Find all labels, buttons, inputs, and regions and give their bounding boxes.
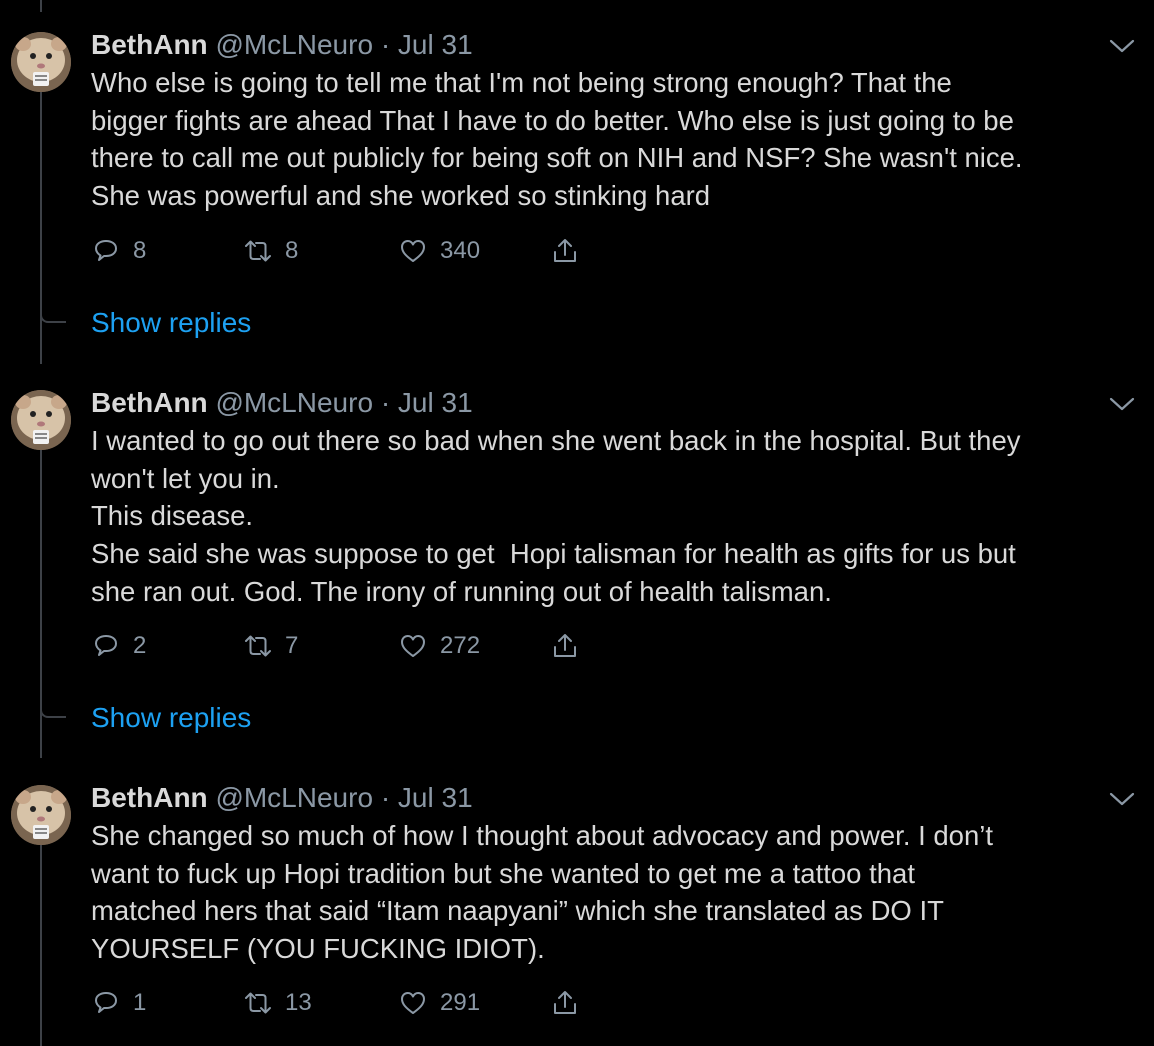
share-icon xyxy=(554,991,576,1014)
user-handle[interactable]: @McLNeuro xyxy=(215,29,373,60)
show-replies-row: Show replies xyxy=(0,305,400,348)
avatar[interactable] xyxy=(11,32,71,92)
tweet[interactable]: BethAnn @McLNeuro · Jul 31 I wanted to g… xyxy=(0,378,1154,698)
chevron-down-icon[interactable] xyxy=(1108,789,1136,809)
tweet-actions: 1 13 291 xyxy=(91,983,611,1023)
tweet-text: She changed so much of how I thought abo… xyxy=(91,817,1141,968)
tweet-text-line: she ran out. God. The irony of running o… xyxy=(91,575,832,607)
avatar[interactable] xyxy=(11,785,71,845)
reply-icon xyxy=(95,992,117,1013)
tweet-text-line: This disease. xyxy=(91,500,254,532)
like-count: 291 xyxy=(440,989,481,1016)
avatar[interactable] xyxy=(11,390,71,450)
reply-count: 1 xyxy=(133,989,147,1016)
user-handle[interactable]: @McLNeuro xyxy=(215,782,373,813)
thread-connector xyxy=(40,308,66,323)
tweet-date[interactable]: Jul 31 xyxy=(398,782,473,813)
reply-button[interactable]: 8 xyxy=(91,231,146,271)
tweet-text-line: matched hers that said “Itam naapyani” w… xyxy=(91,895,944,927)
reply-count: 8 xyxy=(133,237,147,264)
tweet-text: I wanted to go out there so bad when she… xyxy=(91,422,1141,611)
share-button[interactable] xyxy=(550,231,580,271)
separator-dot: · xyxy=(380,387,391,418)
tweet-text-line: YOURSELF (YOU FUCKING IDIOT). xyxy=(91,933,545,965)
reply-icon xyxy=(95,240,117,261)
reply-button[interactable]: 2 xyxy=(91,626,146,666)
like-button[interactable]: 340 xyxy=(398,231,480,271)
like-icon xyxy=(401,635,425,657)
reply-icon xyxy=(95,635,117,656)
tweet-actions: 8 8 340 xyxy=(91,231,611,271)
like-count: 272 xyxy=(440,632,481,659)
tweet-header: BethAnn @McLNeuro · Jul 31 xyxy=(91,780,473,816)
retweet-button[interactable]: 8 xyxy=(243,231,298,271)
reply-count: 2 xyxy=(133,632,147,659)
like-button[interactable]: 291 xyxy=(398,983,480,1023)
chevron-down-icon[interactable] xyxy=(1108,394,1136,414)
tweet-header: BethAnn @McLNeuro · Jul 31 xyxy=(91,27,473,63)
tweet-text-line: I wanted to go out there so bad when she… xyxy=(91,425,1021,456)
separator-dot: · xyxy=(380,29,391,60)
reply-button[interactable]: 1 xyxy=(91,983,146,1023)
tweet[interactable]: BethAnn @McLNeuro · Jul 31 She changed s… xyxy=(0,773,1154,1046)
tweet[interactable]: BethAnn @McLNeuro · Jul 31 Who else is g… xyxy=(0,20,1154,300)
tweet-text: Who else is going to tell me that I'm no… xyxy=(91,64,1141,215)
share-icon xyxy=(554,634,576,657)
retweet-count: 8 xyxy=(285,237,299,264)
retweet-icon xyxy=(245,635,271,657)
retweet-icon xyxy=(245,240,271,262)
retweet-count: 13 xyxy=(285,989,312,1016)
tweet-text-line: won't let you in. xyxy=(91,462,280,494)
like-button[interactable]: 272 xyxy=(398,626,480,666)
share-icon xyxy=(554,239,576,262)
retweet-count: 7 xyxy=(285,632,299,659)
chevron-down-icon[interactable] xyxy=(1108,36,1136,56)
display-name[interactable]: BethAnn xyxy=(91,387,208,418)
thread-connector xyxy=(40,703,66,718)
retweet-button[interactable]: 13 xyxy=(243,983,312,1023)
like-count: 340 xyxy=(440,237,481,264)
tweet-text-line: want to fuck up Hopi tradition but she w… xyxy=(91,857,915,889)
like-icon xyxy=(401,240,425,262)
display-name[interactable]: BethAnn xyxy=(91,782,208,813)
tweet-text-line: there to call me out publicly for being … xyxy=(91,142,1023,174)
user-handle[interactable]: @McLNeuro xyxy=(215,387,373,418)
tweet-text-line: She was powerful and she worked so stink… xyxy=(91,180,711,212)
thread-line xyxy=(40,0,42,12)
share-button[interactable] xyxy=(550,983,580,1023)
retweet-icon xyxy=(245,992,271,1014)
retweet-button[interactable]: 7 xyxy=(243,626,298,666)
display-name[interactable]: BethAnn xyxy=(91,29,208,60)
show-replies-row: Show replies xyxy=(0,700,400,743)
tweet-text-line: She said she was suppose to get Hopi tal… xyxy=(91,538,1016,570)
show-replies-link[interactable]: Show replies xyxy=(91,305,251,341)
like-icon xyxy=(401,992,425,1014)
share-button[interactable] xyxy=(550,626,580,666)
tweet-text-line: bigger fights are ahead That I have to d… xyxy=(91,104,1014,136)
tweet-text-line: She changed so much of how I thought abo… xyxy=(91,820,994,851)
tweet-actions: 2 7 272 xyxy=(91,626,611,666)
tweet-date[interactable]: Jul 31 xyxy=(398,387,473,418)
tweet-header: BethAnn @McLNeuro · Jul 31 xyxy=(91,385,473,421)
tweet-text-line: Who else is going to tell me that I'm no… xyxy=(91,67,952,98)
tweet-date[interactable]: Jul 31 xyxy=(398,29,473,60)
separator-dot: · xyxy=(380,782,391,813)
show-replies-link[interactable]: Show replies xyxy=(91,700,251,736)
